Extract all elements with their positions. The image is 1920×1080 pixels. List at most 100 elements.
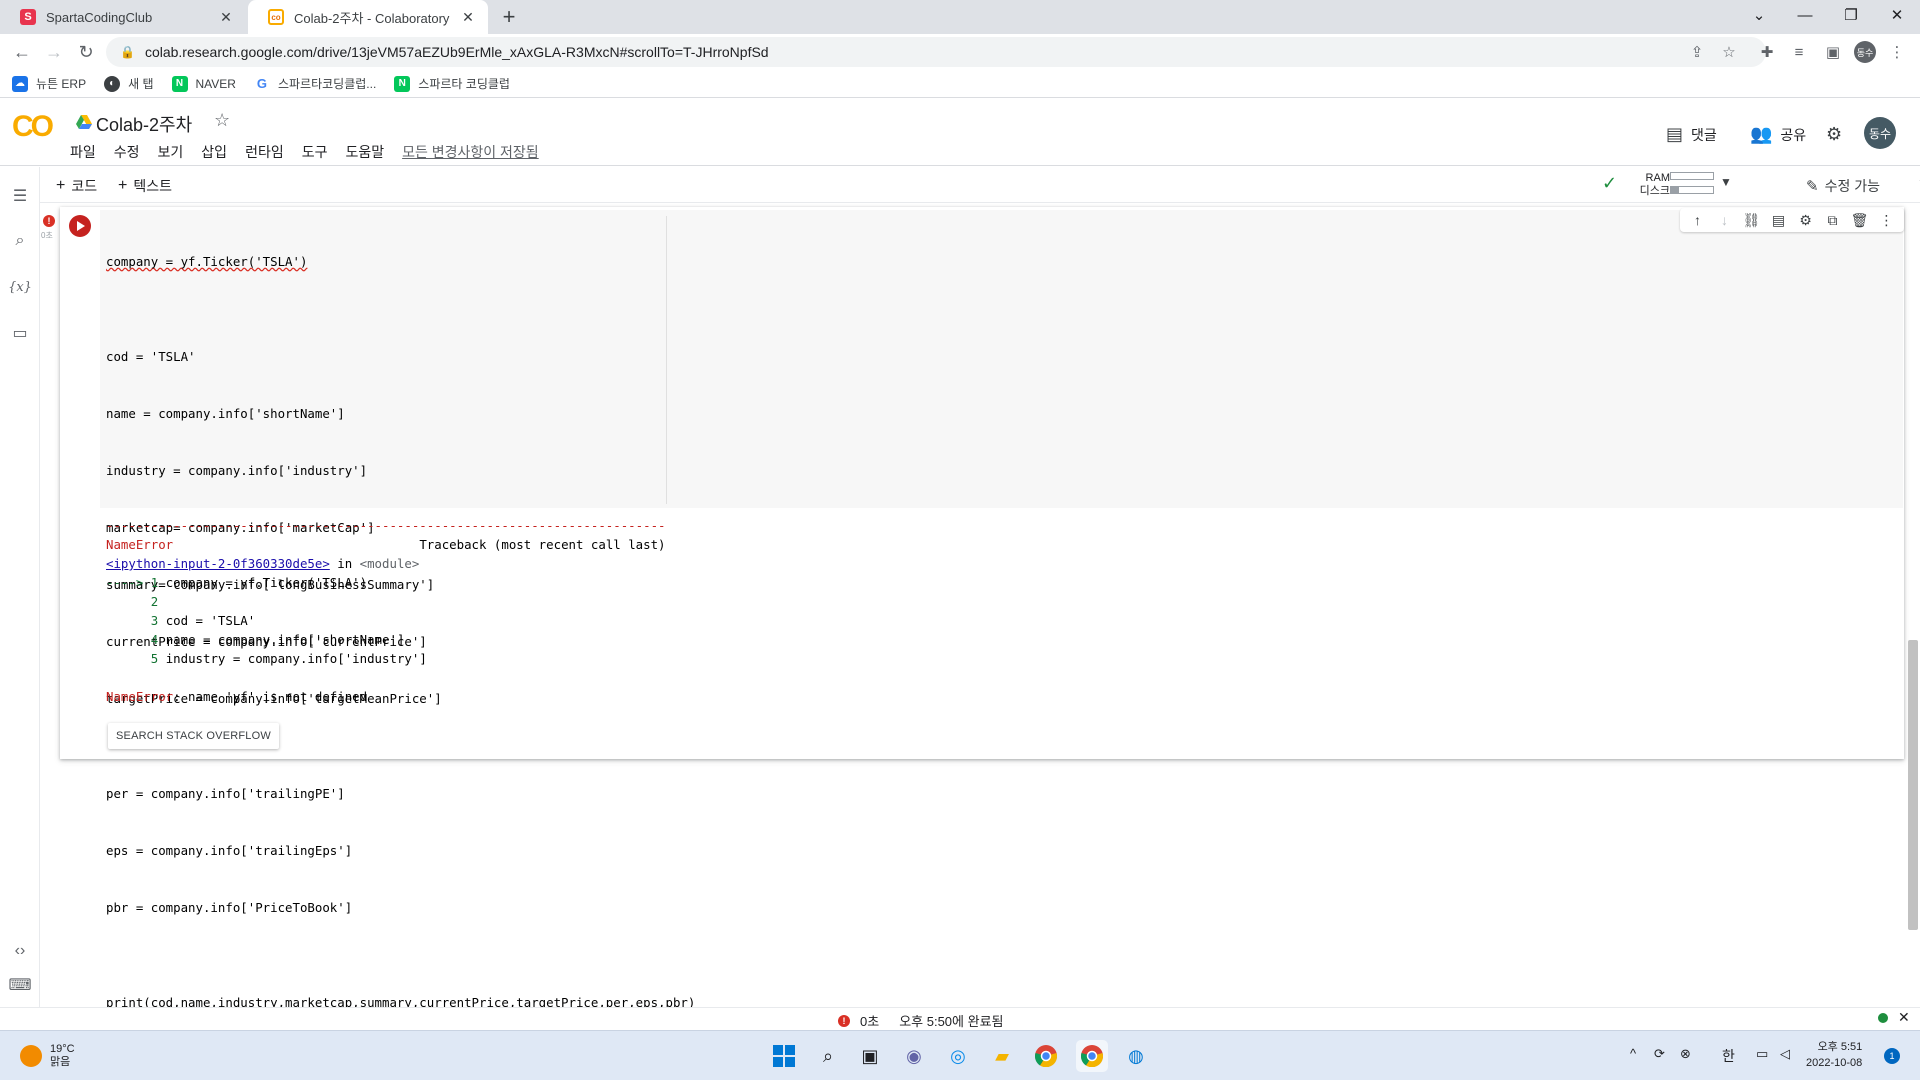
disk-meter[interactable] [1670,186,1714,194]
module-name: <module> [359,556,420,571]
code-snippets-icon[interactable]: ‹› [8,939,32,963]
reload-button[interactable]: ↻ [72,38,100,66]
bookmark-star-icon[interactable]: ☆ [1718,41,1740,63]
close-tab-icon[interactable]: ✕ [218,9,234,25]
address-bar[interactable]: 🔒 colab.research.google.com/drive/13jeVM… [106,37,1766,67]
mirror-cell-icon[interactable]: ⧉ [1819,212,1846,229]
globe-app-icon[interactable]: ◍ [1120,1040,1152,1072]
weather-widget[interactable]: 19°C 맑음 [20,1043,75,1069]
error-message-line: NameError: name 'yf' is not defined [106,687,666,706]
user-avatar[interactable]: 동수 [1864,117,1896,149]
command-palette-icon[interactable]: ⌨ [8,973,32,997]
resource-labels[interactable]: RAM 디스크 [1632,172,1670,198]
delete-icon[interactable]: 🗑 [1846,212,1873,229]
profile-button[interactable]: 동수 [1854,41,1876,63]
play-icon [77,221,85,231]
google-icon: G [253,75,270,92]
notification-badge[interactable]: 1 [1884,1048,1900,1064]
search-stack-overflow-button[interactable]: SEARCH STACK OVERFLOW [108,723,279,749]
colab-logo[interactable]: CO [12,110,58,143]
bookmark-naver[interactable]: N NAVER [171,75,236,92]
save-status[interactable]: 모든 변경사항이 저장됨 [402,142,539,162]
comments-button[interactable]: ▤ 댓글 [1666,124,1717,145]
gear-icon[interactable]: ⚙ [1792,212,1819,229]
bookmark-sparta-naver[interactable]: N 스파르타 코딩클럽 [394,75,510,92]
bookmark-label: 뉴튼 ERP [36,77,87,91]
sync-icon[interactable]: ⟳ [1654,1046,1665,1062]
move-down-icon[interactable]: ↓ [1711,212,1738,228]
taskbar-search-icon[interactable]: ⌕ [812,1040,844,1072]
back-button[interactable]: ← [8,38,36,66]
minimize-button[interactable]: — [1782,0,1828,30]
close-tab-icon[interactable]: ✕ [460,9,476,25]
collapse-header-icon[interactable]: ⌃ [1916,174,1920,195]
menu-edit[interactable]: 수정 [114,142,140,162]
line-number: 5 [106,651,159,666]
run-cell-button[interactable] [69,215,91,237]
execution-status[interactable]: ! 0초 오후 5:50에 완료됨 [838,1011,1004,1030]
menu-tools[interactable]: 도구 [302,142,328,162]
move-up-icon[interactable]: ↑ [1684,212,1711,228]
close-window-button[interactable]: ✕ [1874,0,1920,30]
status-message: 오후 5:50에 완료됨 [899,1014,1004,1029]
edit-mode-button[interactable]: ✎ 수정 가능 [1806,176,1880,196]
start-button[interactable] [768,1040,800,1072]
table-of-contents-icon[interactable]: ☰ [8,184,32,208]
network-icon[interactable]: ▭ [1756,1046,1768,1062]
tab-search-icon[interactable]: ⌄ [1736,0,1782,30]
menu-file[interactable]: 파일 [70,142,96,162]
chrome-profile-icon[interactable] [1076,1040,1108,1072]
add-text-button[interactable]: + 텍스트 [118,176,172,196]
bookmark-sparta-google[interactable]: G 스파르타코딩클럽... [253,75,376,92]
bookmark-new-tab[interactable]: ◐ 새 탭 [104,75,154,92]
notebook-title[interactable]: Colab-2주차 [96,111,192,137]
star-notebook-icon[interactable]: ☆ [214,110,230,131]
file-explorer-icon[interactable]: ▰ [986,1040,1018,1072]
menu-runtime[interactable]: 런타임 [245,142,284,162]
traceback-header-line: NameError Traceback (most recent call la… [106,535,666,554]
ram-meter[interactable] [1670,172,1714,180]
vertical-scrollbar[interactable] [1908,640,1918,930]
chat-icon[interactable]: ◉ [898,1040,930,1072]
chrome-icon[interactable] [1030,1040,1062,1072]
search-icon[interactable]: ⌕ [8,229,32,253]
new-tab-button[interactable]: + [496,4,522,30]
menu-help[interactable]: 도움말 [345,142,384,162]
traceback-arrow-line: ----> 1 company = yf.Ticker('TSLA') [106,573,666,592]
extensions-icon[interactable]: ✚ [1756,41,1778,63]
status-time: 0초 [860,1014,880,1029]
menu-insert[interactable]: 삽입 [201,142,227,162]
share-button[interactable]: 👥 공유 [1750,124,1806,145]
tab-spartacodingclub[interactable]: S SpartaCodingClub ✕ [0,0,246,34]
blocked-icon[interactable]: ⊗ [1680,1046,1691,1062]
runtime-dropdown-icon[interactable]: ▼ [1720,175,1732,189]
restore-button[interactable]: ❐ [1828,0,1874,30]
share-page-icon[interactable]: ⇪ [1686,41,1708,63]
comment-icon[interactable]: ▤ [1765,212,1792,229]
side-panel-icon[interactable]: ▣ [1822,41,1844,63]
bookmark-newton-erp[interactable]: ☁ 뉴튼 ERP [12,75,86,92]
add-code-button[interactable]: + 코드 [56,176,97,196]
tab-colab[interactable]: co Colab-2주차 - Colaboratory ✕ [248,0,488,34]
volume-icon[interactable]: ◁ [1780,1046,1790,1062]
browser-menu-icon[interactable]: ⋮ [1886,41,1908,63]
close-status-icon[interactable]: ✕ [1898,1009,1910,1026]
menu-view[interactable]: 보기 [158,142,184,162]
settings-button[interactable]: ⚙ [1826,124,1850,145]
link-icon[interactable]: ⛓ [1738,212,1765,229]
show-hidden-icons[interactable]: ^ [1630,1046,1636,1061]
more-options-icon[interactable]: ⋮ [1873,212,1900,229]
context-code: cod = 'TSLA' [165,613,256,628]
variables-icon[interactable]: {x} [8,275,32,299]
media-queue-icon[interactable]: ≡ [1788,41,1810,63]
folder-icon[interactable]: ▭ [8,321,32,345]
ipython-input-link[interactable]: <ipython-input-2-0f360330de5e> [106,556,330,571]
bookmarks-bar: ☁ 뉴튼 ERP ◐ 새 탭 N NAVER G 스파르타코딩클럽... N 스… [0,70,1920,98]
system-clock[interactable]: 오후 5:51 2022-10-08 [1806,1039,1862,1071]
code-line: company = yf.Ticker('TSLA') [106,252,695,271]
edge-icon[interactable]: ◎ [942,1040,974,1072]
task-view-icon[interactable]: ▣ [854,1040,886,1072]
forward-button[interactable]: → [40,38,68,66]
ime-indicator[interactable]: 한 [1722,1046,1735,1066]
